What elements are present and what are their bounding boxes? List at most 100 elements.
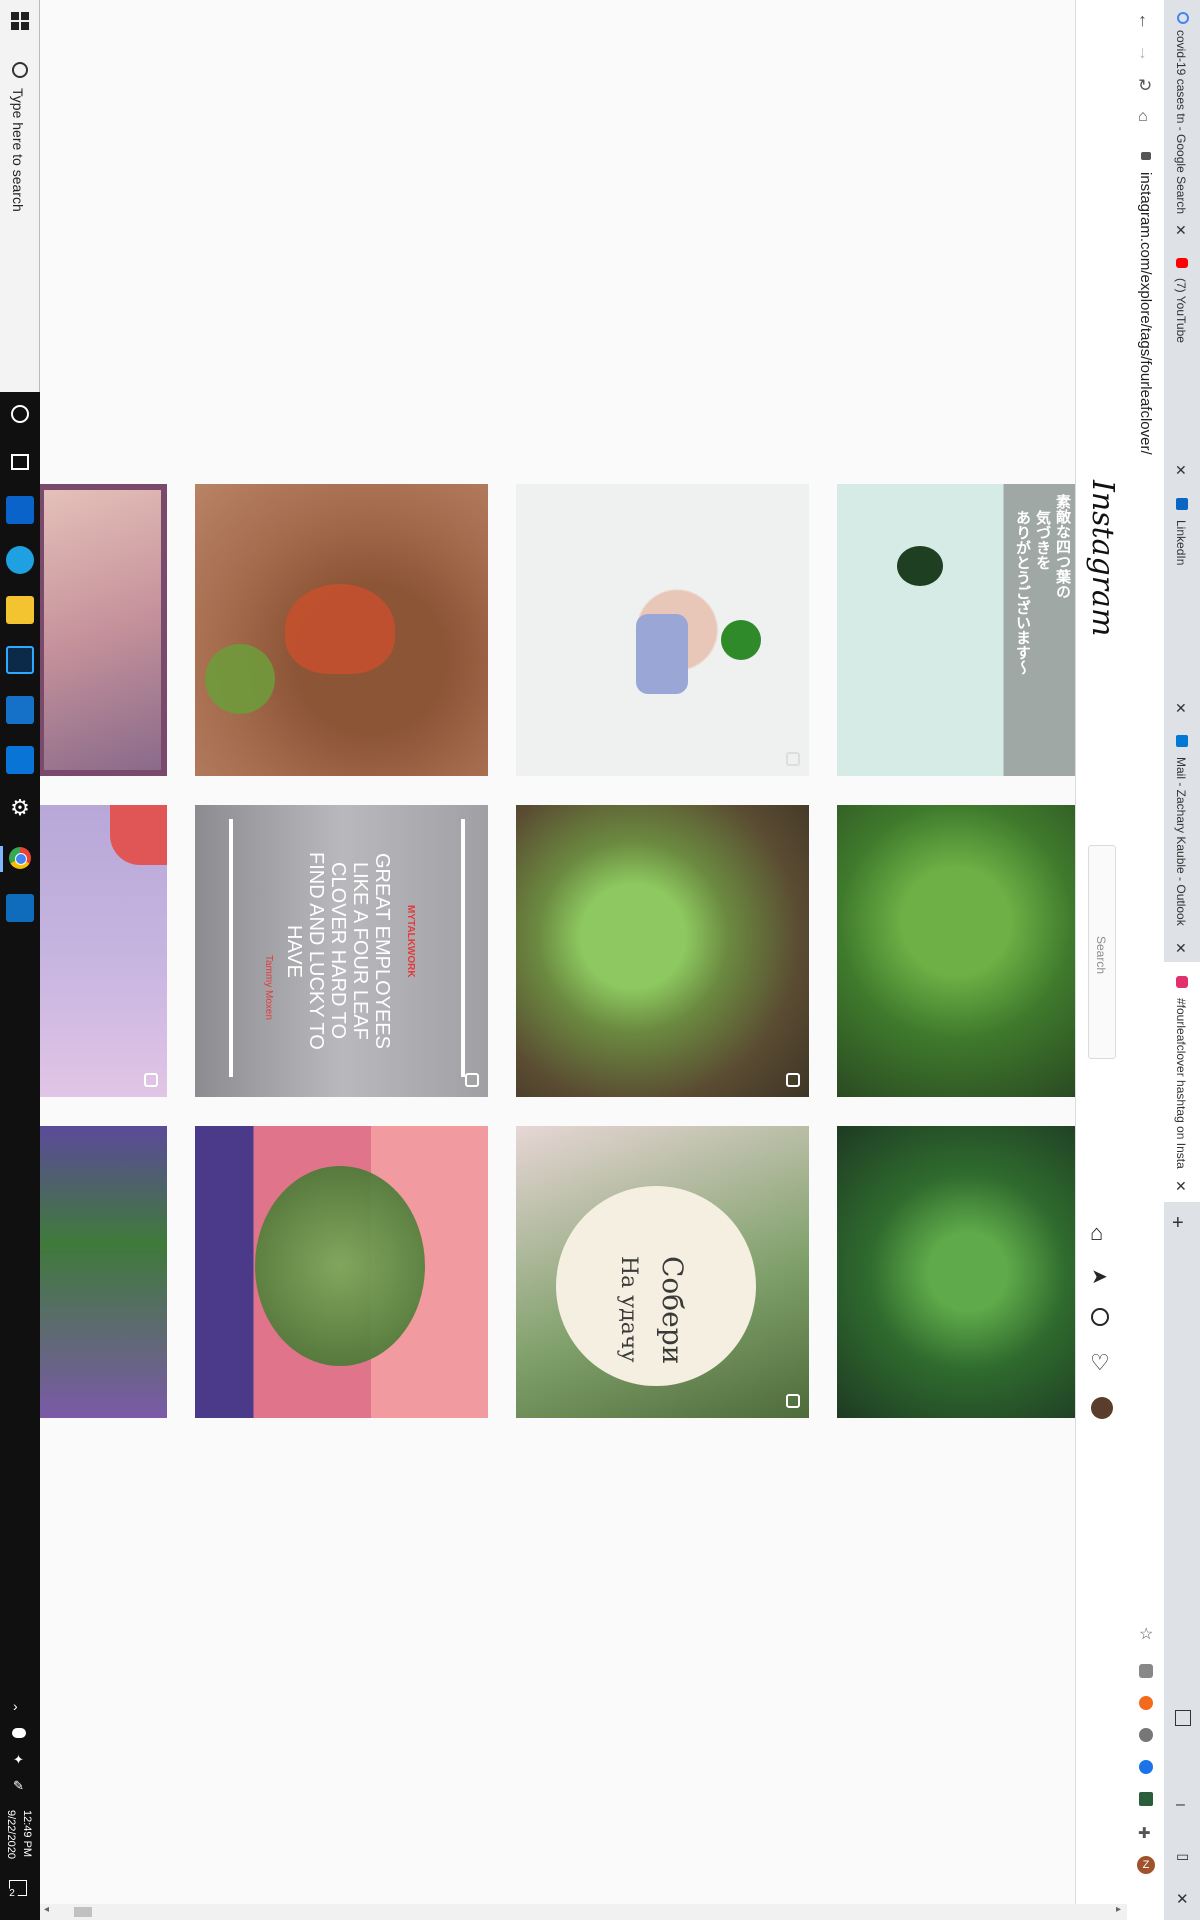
home-icon[interactable]: ⌂ [1138, 108, 1148, 126]
puzzle-extensions-icon[interactable]: ✚ [1138, 1824, 1151, 1842]
store-icon[interactable] [6, 496, 34, 524]
post-detail [110, 805, 167, 865]
tab-google-search[interactable]: covid-19 cases tn - Google Search ✕ [1163, 0, 1200, 245]
post-tile[interactable] [837, 1126, 1075, 1418]
scroll-right-arrow[interactable]: ▸ [1116, 1904, 1121, 1915]
window-restore-icon[interactable] [1175, 1710, 1191, 1726]
quote-brand: MYTALKWORK [405, 905, 416, 978]
chrome-icon[interactable] [6, 844, 34, 872]
post-image [837, 805, 1075, 1097]
taskbar-search-box[interactable]: Type here to search [0, 0, 40, 392]
search-icon [12, 62, 28, 78]
extension-icon[interactable] [1139, 1696, 1153, 1710]
new-tab-button[interactable]: + [1172, 1212, 1184, 1235]
post-tile[interactable]: MYTALKWORK GREAT EMPLOYEES LIKE A FOUR L… [195, 805, 488, 1097]
extension-icon[interactable] [1139, 1760, 1153, 1774]
close-tab-icon[interactable]: ✕ [1175, 222, 1187, 239]
pen-icon[interactable]: ✎ [13, 1778, 24, 1794]
settings-icon[interactable]: ⚙ [6, 794, 34, 822]
post-tile[interactable] [837, 805, 1075, 1097]
network-app-icon[interactable] [6, 746, 34, 774]
file-explorer-icon[interactable] [6, 596, 34, 624]
outlook-icon[interactable] [6, 894, 34, 922]
instagram-search-input[interactable]: Search [1088, 845, 1116, 1059]
instagram-logo[interactable]: Instagram [1085, 480, 1120, 636]
post-tile[interactable] [40, 1126, 167, 1418]
instagram-icon [1176, 976, 1188, 988]
home-icon[interactable]: ⌂ [1090, 1220, 1103, 1246]
close-tab-icon[interactable]: ✕ [1175, 1178, 1187, 1195]
carousel-icon [786, 752, 800, 766]
post-tile[interactable] [516, 805, 809, 1097]
outlook-icon [1176, 735, 1188, 747]
quote-text: GREAT EMPLOYEES LIKE A FOUR LEAF CLOVER … [283, 852, 393, 1050]
tab-title: #fourleafclover hashtag on Insta [1174, 998, 1188, 1169]
direct-messages-icon[interactable]: ➤ [1091, 1264, 1108, 1289]
activity-heart-icon[interactable]: ♡ [1090, 1350, 1110, 1376]
post-tile[interactable]: 素敵な四つ葉の 気づきを ありがとうございます〜 [837, 484, 1075, 776]
profile-avatar[interactable]: Z [1137, 1856, 1155, 1874]
tab-linkedin[interactable]: LinkedIn [1163, 490, 1200, 705]
close-window-button[interactable]: ✕ [1176, 1890, 1189, 1908]
post-tile[interactable] [195, 1126, 488, 1418]
cortana-icon[interactable] [6, 400, 34, 428]
address-bar[interactable]: instagram.com/explore/tags/fourleafclove… [1137, 172, 1154, 455]
post-tile[interactable] [40, 484, 167, 776]
search-placeholder: Search [1094, 936, 1108, 975]
post-tile[interactable] [40, 805, 167, 1097]
tab-instagram[interactable]: #fourleafclover hashtag on Insta ✕ [1163, 962, 1200, 1202]
carousel-icon [786, 1073, 800, 1087]
jar-text: На удачу [616, 1256, 641, 1363]
post-tile[interactable] [195, 484, 488, 776]
fingernails [636, 614, 688, 694]
close-tab-icon[interactable]: ✕ [1175, 940, 1187, 957]
video-icon [786, 1394, 800, 1408]
post-tile[interactable] [516, 484, 809, 776]
extension-icon[interactable] [1139, 1728, 1153, 1742]
clover-leaf [897, 546, 943, 586]
photos-icon[interactable] [6, 696, 34, 724]
post-text-line: ありがとうございます〜 [1014, 510, 1031, 675]
lock-icon [1141, 152, 1151, 160]
minimize-button[interactable]: – [1176, 1796, 1185, 1814]
explore-compass-icon[interactable] [1091, 1308, 1109, 1326]
linkedin-icon [1176, 498, 1188, 510]
running-indicator [0, 846, 3, 872]
chevron-up-icon[interactable]: › [13, 1698, 18, 1714]
video-icon [465, 1073, 479, 1087]
reload-icon[interactable]: ↻ [1138, 76, 1152, 96]
taskbar-search-placeholder: Type here to search [10, 88, 26, 212]
post-tile[interactable]: Собери На удачу [516, 1126, 809, 1418]
close-tab-icon[interactable]: ✕ [1175, 700, 1187, 717]
forward-icon[interactable]: ↓ [1138, 42, 1147, 63]
dropbox-icon[interactable]: ✦ [13, 1752, 24, 1768]
photoshop-icon[interactable] [6, 646, 34, 674]
quote-author: Tammy Moxen [263, 955, 274, 1021]
task-view-icon[interactable] [6, 448, 34, 476]
bookmark-star-icon[interactable]: ☆ [1139, 1624, 1153, 1644]
clover-leaf [721, 620, 761, 660]
back-icon[interactable]: ↑ [1138, 10, 1147, 31]
tattoo-clover [205, 644, 275, 714]
youtube-icon [1176, 258, 1188, 268]
tab-outlook[interactable]: Mail - Zachary Kauble - Outlook [1163, 725, 1200, 945]
maximize-button[interactable]: ▭ [1176, 1848, 1189, 1865]
clover-bouquet [255, 1166, 425, 1366]
onedrive-icon[interactable] [12, 1728, 26, 1738]
tab-youtube[interactable]: (7) YouTube ✕ [1163, 250, 1200, 480]
scroll-thumb[interactable] [74, 1907, 92, 1917]
close-tab-icon[interactable]: ✕ [1175, 462, 1187, 479]
edge-icon[interactable] [6, 546, 34, 574]
extension-icon[interactable] [1139, 1792, 1153, 1806]
tab-title: Mail - Zachary Kauble - Outlook [1174, 757, 1188, 926]
post-image [40, 1126, 167, 1418]
taskbar-clock[interactable]: 12:49 PM [21, 1810, 33, 1857]
profile-avatar[interactable] [1091, 1397, 1113, 1419]
extension-icon[interactable] [1139, 1664, 1153, 1678]
start-icon[interactable] [11, 12, 29, 30]
scroll-left-arrow[interactable]: ◂ [44, 1904, 49, 1915]
video-icon [144, 1073, 158, 1087]
horizontal-scrollbar[interactable]: ◂ ▸ [40, 1904, 1127, 1920]
post-image [516, 805, 809, 1097]
taskbar-date[interactable]: 9/22/2020 [5, 1810, 17, 1859]
